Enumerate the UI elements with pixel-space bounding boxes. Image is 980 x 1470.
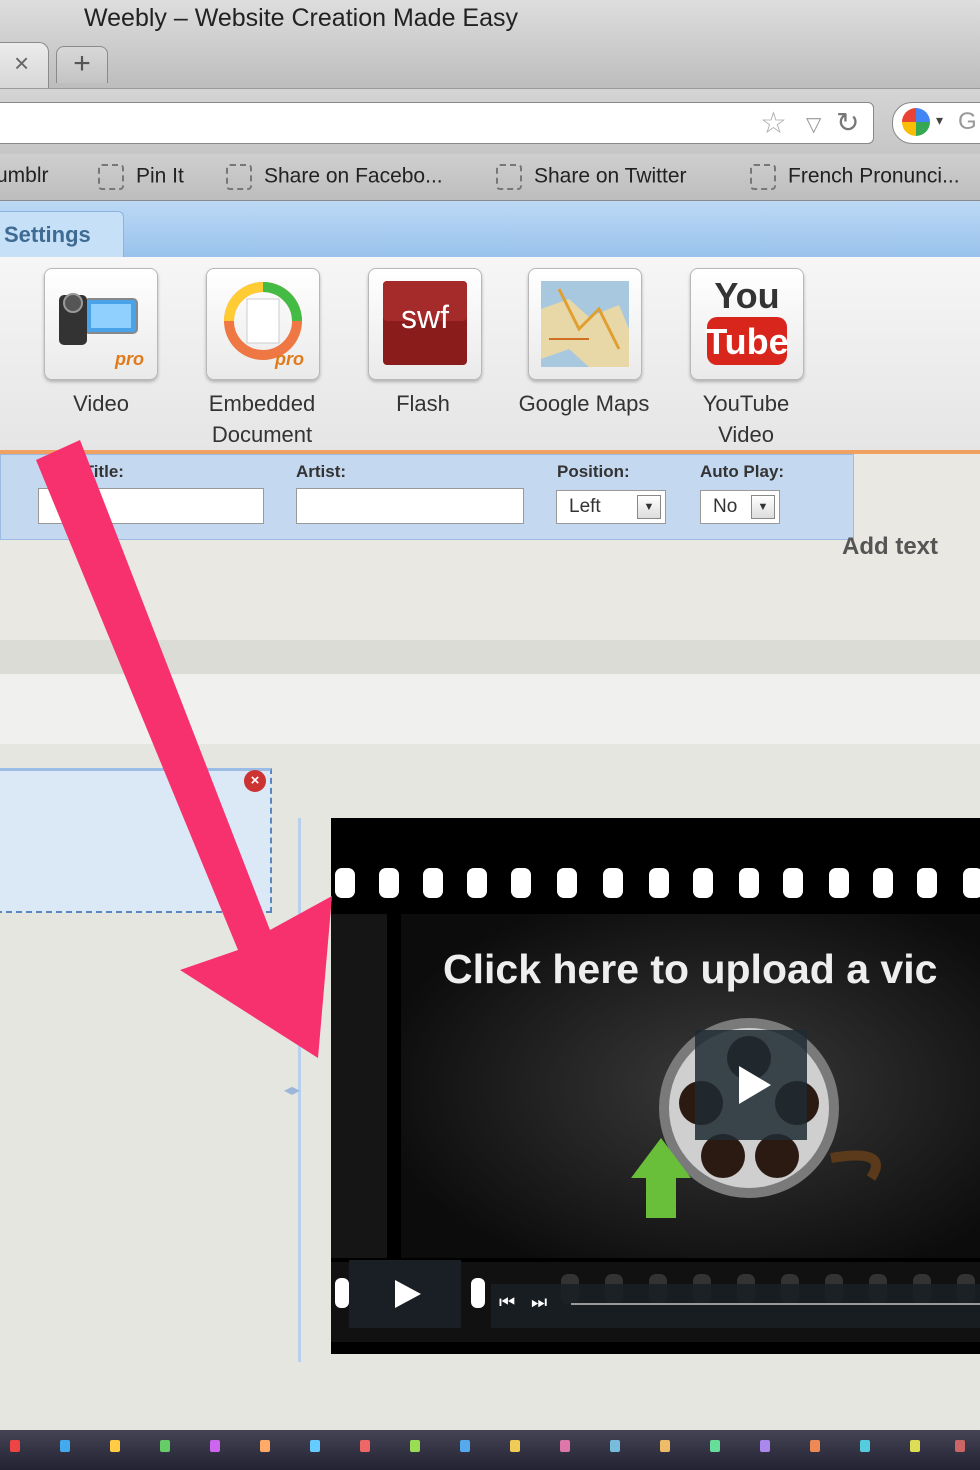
play-button[interactable]	[349, 1260, 461, 1328]
dock-app-icon[interactable]	[710, 1440, 720, 1452]
window-title: Weebly – Website Creation Made Easy	[84, 4, 519, 32]
dock-app-icon[interactable]	[910, 1440, 920, 1452]
embedded-document-icon: pro	[224, 282, 304, 369]
history-dropdown-icon[interactable]: ▽	[806, 112, 821, 137]
reload-icon[interactable]: ↻	[836, 106, 859, 139]
editor-tab-bar	[0, 201, 980, 257]
map-icon	[541, 281, 629, 367]
dock-app-icon[interactable]	[610, 1440, 620, 1452]
skip-forward-icon[interactable]: ⏭	[531, 1292, 547, 1313]
element-youtube-video-label: YouTube Video	[702, 391, 790, 447]
resize-handle-icon[interactable]: ◂▸	[284, 1080, 300, 1100]
search-engine-dropdown-icon[interactable]: ▾	[936, 112, 943, 129]
autoplay-select[interactable]: No ▼	[700, 490, 780, 524]
dock-app-icon[interactable]	[860, 1440, 870, 1452]
os-dock	[0, 1430, 980, 1470]
dock-app-icon[interactable]	[410, 1440, 420, 1452]
position-value: Left	[569, 496, 601, 517]
dock-app-icon[interactable]	[310, 1440, 320, 1452]
element-google-maps[interactable]	[528, 268, 642, 380]
youtube-logo-line2: Tube	[705, 321, 789, 362]
youtube-logo-line1: You	[714, 275, 780, 316]
flash-badge-text: swf	[401, 299, 449, 335]
video-upload-placeholder[interactable]: Click here to upload a vic ⏮ ⏭	[331, 818, 980, 1354]
skip-back-icon[interactable]: ⏮	[499, 1292, 515, 1313]
dock-app-icon[interactable]	[955, 1440, 965, 1452]
dock-app-icon[interactable]	[260, 1440, 270, 1452]
dock-app-icon[interactable]	[360, 1440, 370, 1452]
bookmark-icon	[226, 164, 252, 190]
element-flash[interactable]: swf	[368, 268, 482, 380]
bookmark-icon	[750, 164, 776, 190]
bookmark-label: Pin It	[136, 164, 184, 188]
element-video-label: Video	[73, 391, 129, 416]
dock-app-icon[interactable]	[460, 1440, 470, 1452]
bookmark-star-icon[interactable]: ☆	[760, 106, 787, 141]
url-input[interactable]	[0, 102, 874, 144]
search-placeholder: G	[958, 108, 977, 135]
dock-app-icon[interactable]	[210, 1440, 220, 1452]
annotation-arrow-icon	[36, 440, 332, 1058]
play-icon	[395, 1280, 421, 1308]
chevron-down-icon: ▼	[751, 495, 775, 519]
bookmark-share-twitter[interactable]: Share on Twitter	[496, 164, 687, 190]
element-youtube-video[interactable]: You Tube	[690, 268, 804, 380]
dock-app-icon[interactable]	[10, 1440, 20, 1452]
tab-settings-label: Settings	[4, 222, 91, 247]
google-logo-icon[interactable]	[902, 108, 930, 136]
bookmark-label: umblr	[0, 164, 49, 187]
video-camera-icon: pro	[59, 293, 144, 369]
dock-app-icon[interactable]	[760, 1440, 770, 1452]
close-tab-icon[interactable]: ×	[14, 48, 29, 79]
dock-app-icon[interactable]	[510, 1440, 520, 1452]
element-embedded-document[interactable]: pro	[206, 268, 320, 380]
bookmark-tumblr[interactable]: umblr	[0, 164, 49, 188]
autoplay-value: No	[713, 496, 738, 517]
bookmark-icon	[496, 164, 522, 190]
upload-video-text: Click here to upload a vic	[443, 946, 938, 992]
bookmark-french-pronunciation[interactable]: French Pronunci...	[750, 164, 960, 190]
bookmark-label: Share on Facebo...	[264, 164, 443, 188]
position-label: Position:	[557, 462, 630, 481]
bookmark-share-facebook[interactable]: Share on Facebo...	[226, 164, 443, 190]
element-flash-label: Flash	[396, 391, 450, 416]
position-select[interactable]: Left ▼	[556, 490, 666, 524]
svg-text:pro: pro	[114, 349, 144, 369]
chevron-down-icon: ▼	[637, 495, 661, 519]
new-tab-button[interactable]: +	[56, 46, 108, 83]
bookmarks-bar: umblr Pin It Share on Facebo... Share on…	[0, 154, 980, 201]
autoplay-label: Auto Play:	[700, 462, 785, 481]
bookmark-label: French Pronunci...	[788, 164, 960, 188]
dock-app-icon[interactable]	[110, 1440, 120, 1452]
svg-text:pro: pro	[274, 349, 304, 369]
add-text-link[interactable]: Add text	[842, 533, 938, 561]
dock-app-icon[interactable]	[560, 1440, 570, 1452]
dock-app-icon[interactable]	[160, 1440, 170, 1452]
dock-app-icon[interactable]	[810, 1440, 820, 1452]
dock-app-icon[interactable]	[60, 1440, 70, 1452]
bookmark-icon	[98, 164, 124, 190]
bookmark-pin-it[interactable]: Pin It	[98, 164, 184, 190]
element-video[interactable]: pro	[44, 268, 158, 380]
element-google-maps-label: Google Maps	[518, 391, 650, 416]
bookmark-label: Share on Twitter	[534, 164, 687, 188]
dock-app-icon[interactable]	[660, 1440, 670, 1452]
